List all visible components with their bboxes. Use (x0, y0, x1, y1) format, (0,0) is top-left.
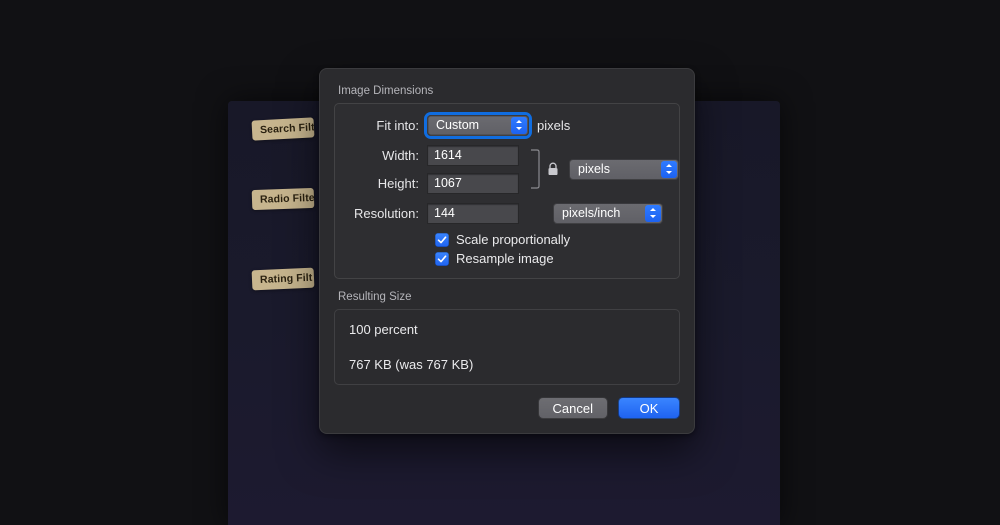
ok-button[interactable]: OK (618, 397, 680, 419)
resolution-unit-select[interactable]: pixels/inch (553, 203, 663, 224)
resolution-input[interactable]: 144 (427, 203, 519, 224)
image-dimensions-label: Image Dimensions (338, 85, 680, 97)
width-value: 1614 (434, 148, 462, 162)
bg-chip-radio: Radio Filte (252, 188, 315, 210)
resolution-label: Resolution: (347, 206, 427, 221)
image-dimensions-group: Fit into: Custom pixels Width: 1614 Heig… (334, 103, 680, 279)
resolution-row: Resolution: 144 pixels/inch (347, 202, 667, 224)
scale-proportionally-checkbox[interactable] (435, 233, 449, 247)
resample-image-label: Resample image (456, 251, 554, 266)
ok-button-label: OK (640, 401, 659, 416)
aspect-lock-bracket (529, 146, 559, 192)
width-row: Width: 1614 (347, 144, 519, 166)
resample-image-row: Resample image (435, 251, 667, 266)
resolution-value: 144 (434, 206, 455, 220)
wh-unit-value: pixels (578, 162, 610, 176)
image-size-dialog: Image Dimensions Fit into: Custom pixels… (319, 68, 695, 434)
resulting-percent: 100 percent (349, 322, 665, 337)
dialog-button-row: Cancel OK (334, 397, 680, 419)
chevron-updown-icon (645, 205, 661, 222)
fit-into-value: Custom (436, 118, 479, 132)
resulting-size-box: 100 percent 767 KB (was 767 KB) (334, 309, 680, 385)
chevron-updown-icon (511, 117, 527, 134)
wh-unit-select[interactable]: pixels (569, 159, 679, 180)
fit-into-label: Fit into: (347, 118, 427, 133)
width-height-cluster: Width: 1614 Height: 1067 (347, 144, 667, 194)
resulting-size-label: Resulting Size (338, 291, 680, 303)
bg-chip-search: Search Filt (252, 117, 315, 140)
resolution-unit-value: pixels/inch (562, 206, 620, 220)
resulting-size-section: Resulting Size 100 percent 767 KB (was 7… (334, 291, 680, 385)
cancel-button-label: Cancel (553, 401, 593, 416)
width-label: Width: (347, 148, 427, 163)
fit-into-select[interactable]: Custom (427, 115, 529, 136)
resulting-bytes: 767 KB (was 767 KB) (349, 357, 665, 372)
chevron-updown-icon (661, 161, 677, 178)
fit-into-row: Fit into: Custom pixels (347, 114, 667, 136)
height-value: 1067 (434, 176, 462, 190)
scale-proportionally-label: Scale proportionally (456, 232, 570, 247)
resample-image-checkbox[interactable] (435, 252, 449, 266)
cancel-button[interactable]: Cancel (538, 397, 608, 419)
height-label: Height: (347, 176, 427, 191)
lock-icon[interactable] (547, 162, 559, 176)
width-input[interactable]: 1614 (427, 145, 519, 166)
height-row: Height: 1067 (347, 172, 519, 194)
bg-chip-rating: Rating Filt (252, 268, 315, 291)
fit-into-suffix: pixels (537, 118, 570, 133)
height-input[interactable]: 1067 (427, 173, 519, 194)
scale-proportionally-row: Scale proportionally (435, 232, 667, 247)
